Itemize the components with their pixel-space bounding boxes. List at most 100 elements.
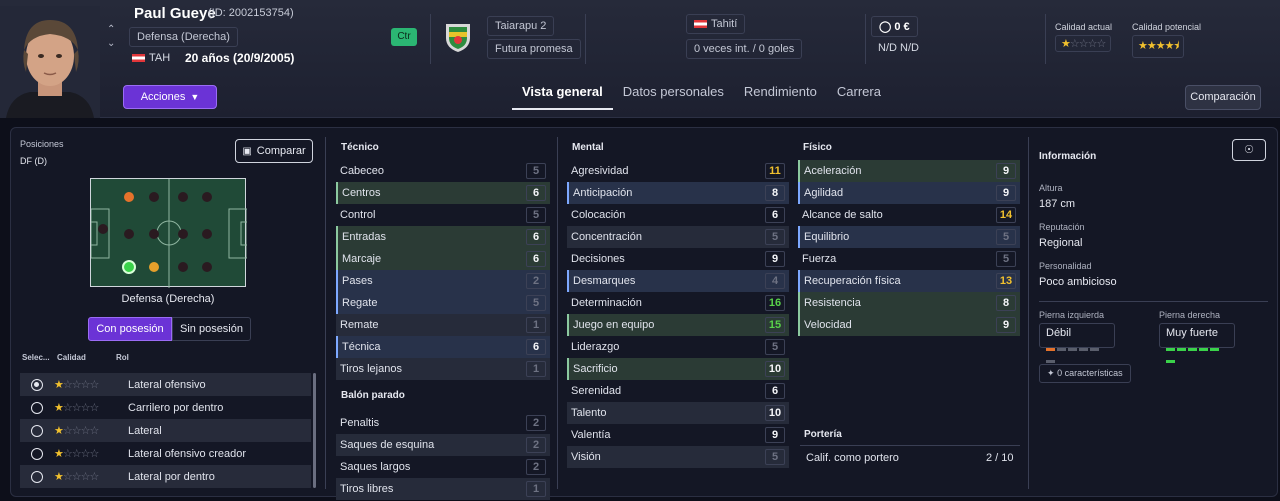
divider: [430, 14, 431, 64]
attribute-row[interactable]: Juego en equipo 15: [567, 314, 789, 336]
attribute-row[interactable]: Agresividad 11: [567, 160, 789, 182]
attribute-row[interactable]: Pases 2: [336, 270, 550, 292]
role-row[interactable]: ★☆☆☆☆ Carrilero por dentro: [20, 396, 311, 419]
radio-button[interactable]: [31, 378, 43, 391]
right-foot-label: Pierna derecha: [1159, 310, 1221, 320]
attribute-row[interactable]: Marcaje 6: [336, 248, 550, 270]
attribute-row[interactable]: Control 5: [336, 204, 550, 226]
attribute-row[interactable]: Agilidad 9: [798, 182, 1020, 204]
tab-performance[interactable]: Rendimiento: [734, 78, 827, 110]
attribute-name: Desmarques: [573, 275, 636, 287]
attribute-row[interactable]: Saques largos 2: [336, 456, 550, 478]
attribute-value: 6: [765, 383, 785, 399]
position-dot: [149, 229, 159, 239]
current-ability-stars: ★☆☆☆☆: [1055, 35, 1112, 52]
right-foot-value: Muy fuerte: [1166, 327, 1218, 339]
chevron-up-icon[interactable]: ⌃: [107, 24, 115, 35]
technical-attributes: Técnico Cabeceo 5 Centros 6 Control 5 Entradas…: [336, 138, 550, 500]
radio-button[interactable]: [31, 447, 43, 460]
role-row[interactable]: ★☆☆☆☆ Lateral por dentro: [20, 465, 311, 488]
col-quality[interactable]: Calidad: [57, 353, 86, 362]
wage-na: N/D N/D: [878, 42, 919, 54]
with-possession-toggle[interactable]: Con posesión: [88, 317, 172, 341]
attribute-name: Agresividad: [571, 165, 629, 177]
attribute-name: Velocidad: [804, 319, 852, 331]
compare-button[interactable]: ▣ Comparar: [235, 139, 313, 163]
attribute-row[interactable]: Remate 1: [336, 314, 550, 336]
player-role-icon[interactable]: ☉: [1232, 139, 1266, 161]
radio-button[interactable]: [31, 470, 43, 483]
role-row[interactable]: ★☆☆☆☆ Lateral ofensivo: [20, 373, 311, 396]
attribute-row[interactable]: Colocación 6: [567, 204, 789, 226]
attribute-row[interactable]: Recuperación física 13: [798, 270, 1020, 292]
without-possession-toggle[interactable]: Sin posesión: [172, 317, 251, 341]
position-dot: [178, 229, 188, 239]
attribute-row[interactable]: Entradas 6: [336, 226, 550, 248]
tab-overview[interactable]: Vista general: [512, 78, 613, 110]
attribute-row[interactable]: Concentración 5: [567, 226, 789, 248]
attribute-row[interactable]: Aceleración 9: [798, 160, 1020, 182]
attribute-value: 1: [526, 361, 546, 377]
position-dot: [202, 229, 212, 239]
attribute-row[interactable]: Determinación 16: [567, 292, 789, 314]
club-crest-icon[interactable]: [440, 18, 476, 59]
attribute-row[interactable]: Técnica 6: [336, 336, 550, 358]
attribute-row[interactable]: Tiros lejanos 1: [336, 358, 550, 380]
attribute-row[interactable]: Desmarques 4: [567, 270, 789, 292]
attribute-row[interactable]: Saques de esquina 2: [336, 434, 550, 456]
role-row[interactable]: ★☆☆☆☆ Lateral: [20, 419, 311, 442]
attribute-row[interactable]: Fuerza 5: [798, 248, 1020, 270]
attribute-value: 6: [765, 207, 785, 223]
attribute-row[interactable]: Valentía 9: [567, 424, 789, 446]
divider: [557, 137, 558, 489]
attribute-row[interactable]: Liderazgo 5: [567, 336, 789, 358]
traits-button[interactable]: ✦ 0 características: [1039, 364, 1131, 383]
nation-badge[interactable]: Tahití: [686, 14, 746, 34]
club-name[interactable]: Taiarapu 2: [487, 16, 555, 36]
position-dot: [202, 192, 212, 202]
attribute-row[interactable]: Serenidad 6: [567, 380, 789, 402]
position-dot-natural: [124, 192, 134, 202]
player-name: Paul Gueye: [134, 5, 216, 22]
mental-attributes: Mental Agresividad 11 Anticipación 8 Colocac…: [567, 138, 789, 468]
col-role[interactable]: Rol: [116, 353, 129, 362]
attribute-row[interactable]: Resistencia 8: [798, 292, 1020, 314]
attribute-row[interactable]: Talento 10: [567, 402, 789, 424]
attribute-row[interactable]: Sacrificio 10: [567, 358, 789, 380]
actions-button[interactable]: Acciones ▼: [123, 85, 217, 109]
divider: [800, 445, 1020, 446]
role-list-scrollbar[interactable]: [313, 373, 316, 488]
attribute-row[interactable]: Decisiones 9: [567, 248, 789, 270]
attribute-row[interactable]: Velocidad 9: [798, 314, 1020, 336]
comparison-button[interactable]: Comparación: [1185, 85, 1261, 110]
attribute-row[interactable]: Penaltis 2: [336, 412, 550, 434]
role-row[interactable]: ★☆☆☆☆ Lateral ofensivo creador: [20, 442, 311, 465]
col-select[interactable]: Selec...: [22, 353, 50, 362]
tab-career[interactable]: Carrera: [827, 78, 891, 110]
potential-ability-label: Calidad potencial: [1132, 22, 1202, 32]
attribute-row[interactable]: Visión 5: [567, 446, 789, 468]
attribute-row[interactable]: Tiros libres 1: [336, 478, 550, 500]
radio-button[interactable]: [31, 401, 43, 414]
attribute-row[interactable]: Alcance de salto 14: [798, 204, 1020, 226]
attribute-name: Regate: [342, 297, 378, 309]
attribute-row[interactable]: Cabeceo 5: [336, 160, 550, 182]
attribute-row[interactable]: Centros 6: [336, 182, 550, 204]
attribute-row[interactable]: Regate 5: [336, 292, 550, 314]
attribute-value: 9: [996, 317, 1016, 333]
attribute-name: Marcaje: [342, 253, 382, 265]
attribute-row[interactable]: Anticipación 8: [567, 182, 789, 204]
attribute-row[interactable]: Equilibrio 5: [798, 226, 1020, 248]
chevron-down-icon: ▼: [190, 92, 200, 102]
caps-goals: 0 veces int. / 0 goles: [686, 39, 803, 59]
position-dot: [178, 262, 188, 272]
tab-personal-data[interactable]: Datos personales: [613, 78, 734, 110]
attribute-name: Remate: [340, 319, 379, 331]
chevron-down-icon[interactable]: ⌄: [107, 38, 115, 49]
radio-button[interactable]: [31, 424, 43, 437]
attribute-name: Liderazgo: [571, 341, 620, 353]
attribute-name: Concentración: [571, 231, 642, 243]
gk-rating-value: 2 / 10: [986, 452, 1014, 464]
attribute-name: Equilibrio: [804, 231, 850, 243]
divider: [1045, 14, 1046, 64]
